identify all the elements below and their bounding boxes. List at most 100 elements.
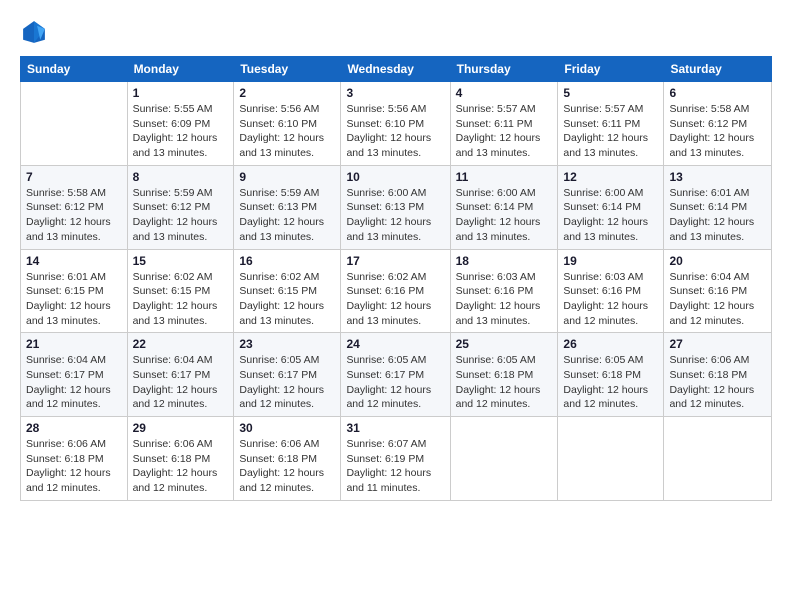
- day-detail: Sunrise: 6:02 AMSunset: 6:15 PMDaylight:…: [133, 270, 229, 329]
- day-header-monday: Monday: [127, 57, 234, 82]
- calendar-cell: 6 Sunrise: 5:58 AMSunset: 6:12 PMDaylight…: [664, 82, 772, 166]
- calendar-cell: [558, 417, 664, 501]
- calendar-cell: 3Sunrise: 5:56 AMSunset: 6:10 PMDaylight…: [341, 82, 450, 166]
- calendar-cell: 9 Sunrise: 5:59 AMSunset: 6:13 PMDaylight…: [234, 165, 341, 249]
- calendar-cell: [664, 417, 772, 501]
- day-detail: Sunrise: 6:03 AMSunset: 6:16 PMDaylight:…: [456, 270, 553, 329]
- day-detail: Sunrise: 6:06 AMSunset: 6:18 PMDaylight:…: [133, 437, 229, 496]
- calendar-cell: [21, 82, 128, 166]
- day-detail: Sunrise: 6:04 AMSunset: 6:16 PMDaylight:…: [669, 270, 766, 329]
- day-detail: Sunrise: 6:05 AMSunset: 6:18 PMDaylight:…: [563, 353, 658, 412]
- calendar-cell: 4 Sunrise: 5:57 AMSunset: 6:11 PMDaylight…: [450, 82, 558, 166]
- calendar-cell: 13Sunrise: 6:01 AMSunset: 6:14 PMDayligh…: [664, 165, 772, 249]
- calendar-week-1: 1Sunrise: 5:55 AMSunset: 6:09 PMDaylight…: [21, 82, 772, 166]
- calendar-cell: [450, 417, 558, 501]
- day-number: 13: [669, 170, 766, 184]
- day-number: 26: [563, 337, 658, 351]
- day-number: 25: [456, 337, 553, 351]
- day-number: 16: [239, 254, 335, 268]
- day-detail: Sunrise: 6:04 AMSunset: 6:17 PMDaylight:…: [26, 353, 122, 412]
- day-detail: Sunrise: 6:00 AMSunset: 6:13 PMDaylight:…: [346, 186, 444, 245]
- day-number: 21: [26, 337, 122, 351]
- day-header-thursday: Thursday: [450, 57, 558, 82]
- day-detail: Sunrise: 6:02 AMSunset: 6:16 PMDaylight:…: [346, 270, 444, 329]
- day-number: 7: [26, 170, 122, 184]
- day-number: 30: [239, 421, 335, 435]
- day-number: 4: [456, 86, 553, 100]
- logo-icon: [20, 18, 48, 46]
- calendar-cell: 12Sunrise: 6:00 AMSunset: 6:14 PMDayligh…: [558, 165, 664, 249]
- day-number: 6: [669, 86, 766, 100]
- calendar-week-2: 7 Sunrise: 5:58 AMSunset: 6:12 PMDaylight…: [21, 165, 772, 249]
- day-detail: Sunrise: 5:57 AMSunset: 6:11 PMDaylight:…: [456, 102, 553, 161]
- day-number: 14: [26, 254, 122, 268]
- day-header-saturday: Saturday: [664, 57, 772, 82]
- day-number: 22: [133, 337, 229, 351]
- day-detail: Sunrise: 5:59 AMSunset: 6:12 PMDaylight:…: [133, 186, 229, 245]
- day-detail: Sunrise: 6:03 AMSunset: 6:16 PMDaylight:…: [563, 270, 658, 329]
- calendar-cell: 20 Sunrise: 6:04 AMSunset: 6:16 PMDayligh…: [664, 249, 772, 333]
- calendar-cell: 18 Sunrise: 6:03 AMSunset: 6:16 PMDayligh…: [450, 249, 558, 333]
- day-detail: Sunrise: 6:04 AMSunset: 6:17 PMDaylight:…: [133, 353, 229, 412]
- day-detail: Sunrise: 6:00 AMSunset: 6:14 PMDaylight:…: [456, 186, 553, 245]
- calendar-week-3: 14 Sunrise: 6:01 AMSunset: 6:15 PMDayligh…: [21, 249, 772, 333]
- day-detail: Sunrise: 5:58 AMSunset: 6:12 PMDaylight:…: [669, 102, 766, 161]
- calendar-cell: 16Sunrise: 6:02 AMSunset: 6:15 PMDayligh…: [234, 249, 341, 333]
- calendar-cell: 29 Sunrise: 6:06 AMSunset: 6:18 PMDayligh…: [127, 417, 234, 501]
- calendar-cell: 24 Sunrise: 6:05 AMSunset: 6:17 PMDayligh…: [341, 333, 450, 417]
- day-number: 20: [669, 254, 766, 268]
- day-detail: Sunrise: 6:06 AMSunset: 6:18 PMDaylight:…: [239, 437, 335, 496]
- day-number: 19: [563, 254, 658, 268]
- calendar-cell: 2 Sunrise: 5:56 AMSunset: 6:10 PMDaylight…: [234, 82, 341, 166]
- logo: [20, 18, 50, 46]
- day-number: 10: [346, 170, 444, 184]
- calendar-cell: 21 Sunrise: 6:04 AMSunset: 6:17 PMDayligh…: [21, 333, 128, 417]
- day-detail: Sunrise: 5:56 AMSunset: 6:10 PMDaylight:…: [239, 102, 335, 161]
- day-header-tuesday: Tuesday: [234, 57, 341, 82]
- calendar-cell: 1Sunrise: 5:55 AMSunset: 6:09 PMDaylight…: [127, 82, 234, 166]
- day-detail: Sunrise: 6:01 AMSunset: 6:15 PMDaylight:…: [26, 270, 122, 329]
- day-number: 31: [346, 421, 444, 435]
- calendar-cell: 8Sunrise: 5:59 AMSunset: 6:12 PMDaylight…: [127, 165, 234, 249]
- day-detail: Sunrise: 6:05 AMSunset: 6:18 PMDaylight:…: [456, 353, 553, 412]
- day-header-friday: Friday: [558, 57, 664, 82]
- day-number: 9: [239, 170, 335, 184]
- day-header-wednesday: Wednesday: [341, 57, 450, 82]
- header: [20, 18, 772, 46]
- calendar-week-4: 21 Sunrise: 6:04 AMSunset: 6:17 PMDayligh…: [21, 333, 772, 417]
- calendar-cell: 19 Sunrise: 6:03 AMSunset: 6:16 PMDayligh…: [558, 249, 664, 333]
- day-number: 23: [239, 337, 335, 351]
- calendar-cell: 23 Sunrise: 6:05 AMSunset: 6:17 PMDayligh…: [234, 333, 341, 417]
- day-detail: Sunrise: 5:59 AMSunset: 6:13 PMDaylight:…: [239, 186, 335, 245]
- calendar-cell: 25 Sunrise: 6:05 AMSunset: 6:18 PMDayligh…: [450, 333, 558, 417]
- day-number: 12: [563, 170, 658, 184]
- calendar-cell: 5Sunrise: 5:57 AMSunset: 6:11 PMDaylight…: [558, 82, 664, 166]
- calendar-cell: 26 Sunrise: 6:05 AMSunset: 6:18 PMDayligh…: [558, 333, 664, 417]
- calendar-cell: 17 Sunrise: 6:02 AMSunset: 6:16 PMDayligh…: [341, 249, 450, 333]
- calendar-cell: 27 Sunrise: 6:06 AMSunset: 6:18 PMDayligh…: [664, 333, 772, 417]
- calendar-cell: 14 Sunrise: 6:01 AMSunset: 6:15 PMDayligh…: [21, 249, 128, 333]
- day-detail: Sunrise: 5:57 AMSunset: 6:11 PMDaylight:…: [563, 102, 658, 161]
- day-detail: Sunrise: 5:56 AMSunset: 6:10 PMDaylight:…: [346, 102, 444, 161]
- day-number: 11: [456, 170, 553, 184]
- day-detail: Sunrise: 6:05 AMSunset: 6:17 PMDaylight:…: [346, 353, 444, 412]
- day-number: 18: [456, 254, 553, 268]
- calendar-week-5: 28 Sunrise: 6:06 AMSunset: 6:18 PMDayligh…: [21, 417, 772, 501]
- calendar-cell: 11 Sunrise: 6:00 AMSunset: 6:14 PMDayligh…: [450, 165, 558, 249]
- day-number: 29: [133, 421, 229, 435]
- day-detail: Sunrise: 5:55 AMSunset: 6:09 PMDaylight:…: [133, 102, 229, 161]
- day-detail: Sunrise: 6:06 AMSunset: 6:18 PMDaylight:…: [669, 353, 766, 412]
- day-detail: Sunrise: 5:58 AMSunset: 6:12 PMDaylight:…: [26, 186, 122, 245]
- day-number: 2: [239, 86, 335, 100]
- day-detail: Sunrise: 6:06 AMSunset: 6:18 PMDaylight:…: [26, 437, 122, 496]
- day-number: 27: [669, 337, 766, 351]
- day-detail: Sunrise: 6:05 AMSunset: 6:17 PMDaylight:…: [239, 353, 335, 412]
- day-detail: Sunrise: 6:07 AMSunset: 6:19 PMDaylight:…: [346, 437, 444, 496]
- day-number: 24: [346, 337, 444, 351]
- day-number: 17: [346, 254, 444, 268]
- calendar-table: SundayMondayTuesdayWednesdayThursdayFrid…: [20, 56, 772, 501]
- day-number: 15: [133, 254, 229, 268]
- day-header-sunday: Sunday: [21, 57, 128, 82]
- day-number: 28: [26, 421, 122, 435]
- calendar-cell: 10 Sunrise: 6:00 AMSunset: 6:13 PMDayligh…: [341, 165, 450, 249]
